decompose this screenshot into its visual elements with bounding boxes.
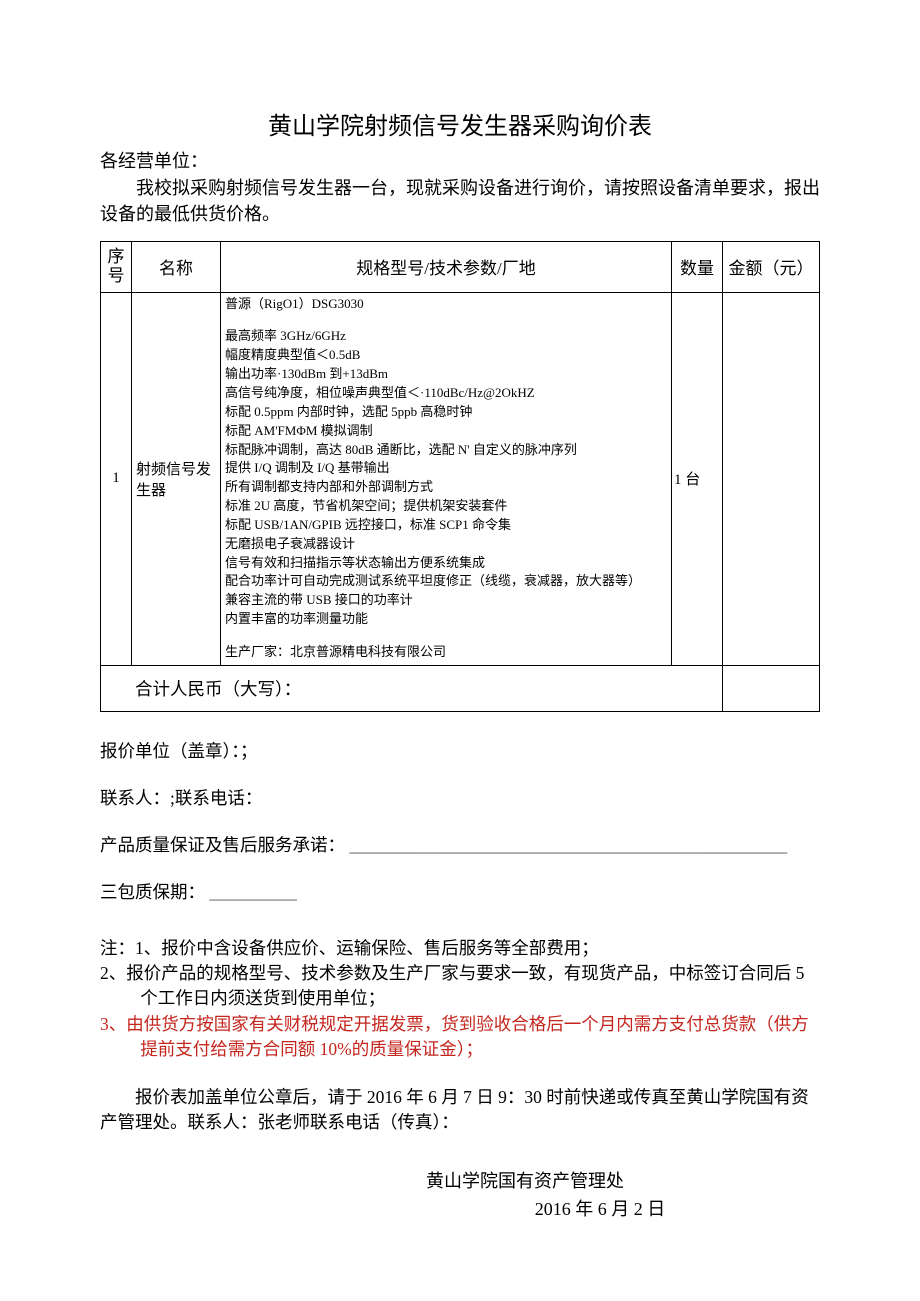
notes-block: 注：1、报价中含设备供应价、运输保险、售后服务等全部费用； 2、报价产品的规格型…	[100, 936, 820, 1063]
fields-block: 报价单位（盖章）：； 联系人：;联系电话： 产品质量保证及售后服务承诺： ___…	[100, 738, 820, 904]
cell-name: 射频信号发生器	[132, 292, 221, 665]
spec-line: 标配 0.5ppm 内部时钟，选配 5ppb 高稳时钟	[225, 403, 667, 422]
signature-date: 2016 年 6 月 2 日	[230, 1195, 820, 1221]
addressee-line: 各经营单位：	[100, 147, 820, 173]
spec-line: 标准 2U 高度，节省机架空间；提供机架安装套件	[225, 497, 667, 516]
field-warranty-blank: __________	[209, 882, 297, 903]
field-quality-blank: ________________________________________…	[349, 835, 786, 856]
page-title: 黄山学院射频信号发生器采购询价表	[100, 106, 820, 141]
field-contact-label: 联系人：;联系电话：	[100, 788, 262, 808]
cell-seq: 1	[101, 292, 132, 665]
field-unit-label: 报价单位（盖章）：；	[100, 741, 258, 761]
note-1-text: 1、报价中含设备供应价、运输保险、售后服务等全部费用；	[135, 938, 599, 958]
spec-title: 普源（RigO1）DSG3030	[225, 295, 667, 314]
spec-line: 所有调制都支持内部和外部调制方式	[225, 478, 667, 497]
field-warranty-label: 三包质保期：	[100, 882, 205, 902]
field-warranty: 三包质保期： __________	[100, 879, 820, 904]
table-row: 1 射频信号发生器 普源（RigO1）DSG3030 最高频率 3GHz/6GH…	[101, 292, 820, 665]
cell-amount	[723, 292, 820, 665]
spec-line: 兼容主流的带 USB 接口的功率计	[225, 591, 667, 610]
total-row: 合计人民币（大写）：	[101, 665, 820, 711]
spec-manufacturer: 生产厂家：北京普源精电科技有限公司	[225, 643, 667, 662]
spec-line: 内置丰富的功率测量功能	[225, 610, 667, 629]
note-3: 3、由供货方按国家有关财税规定开据发票，货到验收合格后一个月内需方支付总货款（供…	[100, 1012, 820, 1063]
intro-paragraph: 我校拟采购射频信号发生器一台，现就采购设备进行询价，请按照设备清单要求，报出设备…	[100, 175, 820, 227]
spec-line: 标配 USB/1AN/GPIB 远控接口，标准 SCP1 命令集	[225, 516, 667, 535]
th-spec: 规格型号/技术参数/厂地	[221, 242, 672, 292]
spec-line: 输出功率·130dBm 到+13dBm	[225, 365, 667, 384]
spec-line: 幅度精度典型值＜0.5dB	[225, 346, 667, 365]
note-prefix: 注：	[100, 938, 135, 958]
note-1: 注：1、报价中含设备供应价、运输保险、售后服务等全部费用；	[100, 936, 820, 961]
field-contact: 联系人：;联系电话：	[100, 785, 820, 810]
total-label: 合计人民币（大写）：	[101, 665, 723, 711]
cell-spec: 普源（RigO1）DSG3030 最高频率 3GHz/6GHz 幅度精度典型值＜…	[221, 292, 672, 665]
spec-line: 信号有效和扫描指示等状态输出方便系统集成	[225, 554, 667, 573]
signature-org: 黄山学院国有资产管理处	[230, 1167, 820, 1193]
items-table: 序号 名称 规格型号/技术参数/厂地 数量 金额（元） 1 射频信号发生器 普源…	[100, 241, 820, 711]
spec-line: 高信号纯净度，相位噪声典型值＜·110dBc/Hz@2OkHZ	[225, 384, 667, 403]
field-unit: 报价单位（盖章）：；	[100, 738, 820, 763]
spec-line: 无磨损电子衰减器设计	[225, 535, 667, 554]
th-amount: 金额（元）	[723, 242, 820, 292]
note-2: 2、报价产品的规格型号、技术参数及生产厂家与要求一致，有现货产品，中标签订合同后…	[100, 961, 820, 1012]
delivery-paragraph: 报价表加盖单位公章后，请于 2016 年 6 月 7 日 9：30 时前快递或传…	[100, 1085, 820, 1136]
spec-line: 最高频率 3GHz/6GHz	[225, 327, 667, 346]
cell-qty: 1 台	[672, 292, 723, 665]
field-quality: 产品质量保证及售后服务承诺： _________________________…	[100, 832, 820, 857]
spec-line: 配合功率计可自动完成测试系统平坦度修正（线缆，衰减器，放大器等）	[225, 572, 667, 591]
th-qty: 数量	[672, 242, 723, 292]
spec-line: 标配脉冲调制，高达 80dB 通断比，选配 N' 自定义的脉冲序列	[225, 441, 667, 460]
spec-line: 提供 I/Q 调制及 I/Q 基带输出	[225, 459, 667, 478]
th-seq: 序号	[101, 242, 132, 292]
spec-line: 标配 AM'FMΦM 模拟调制	[225, 422, 667, 441]
signature-block: 黄山学院国有资产管理处 2016 年 6 月 2 日	[100, 1167, 820, 1221]
th-name: 名称	[132, 242, 221, 292]
total-amount	[723, 665, 820, 711]
field-quality-label: 产品质量保证及售后服务承诺：	[100, 835, 345, 855]
